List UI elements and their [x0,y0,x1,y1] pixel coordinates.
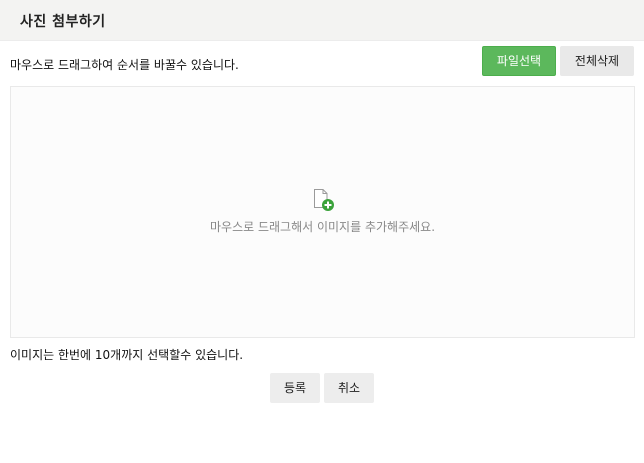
dropzone-message: 마우스로 드래그해서 이미지를 추가해주세요. [209,220,436,234]
image-dropzone[interactable]: 마우스로 드래그해서 이미지를 추가해주세요. [10,86,635,338]
register-button[interactable]: 등록 [270,373,320,403]
cancel-button[interactable]: 취소 [324,373,374,403]
reorder-hint: 마우스로 드래그하여 순서를 바꿀수 있습니다. [10,58,239,72]
delete-all-button[interactable]: 전체삭제 [560,46,634,76]
add-file-icon [314,189,334,211]
dialog-header: 사진 첨부하기 [0,0,644,41]
select-file-button[interactable]: 파일선택 [482,46,556,76]
upload-limit-hint: 이미지는 한번에 10개까지 선택할수 있습니다. [10,348,244,362]
dialog-title: 사진 첨부하기 [20,14,106,30]
